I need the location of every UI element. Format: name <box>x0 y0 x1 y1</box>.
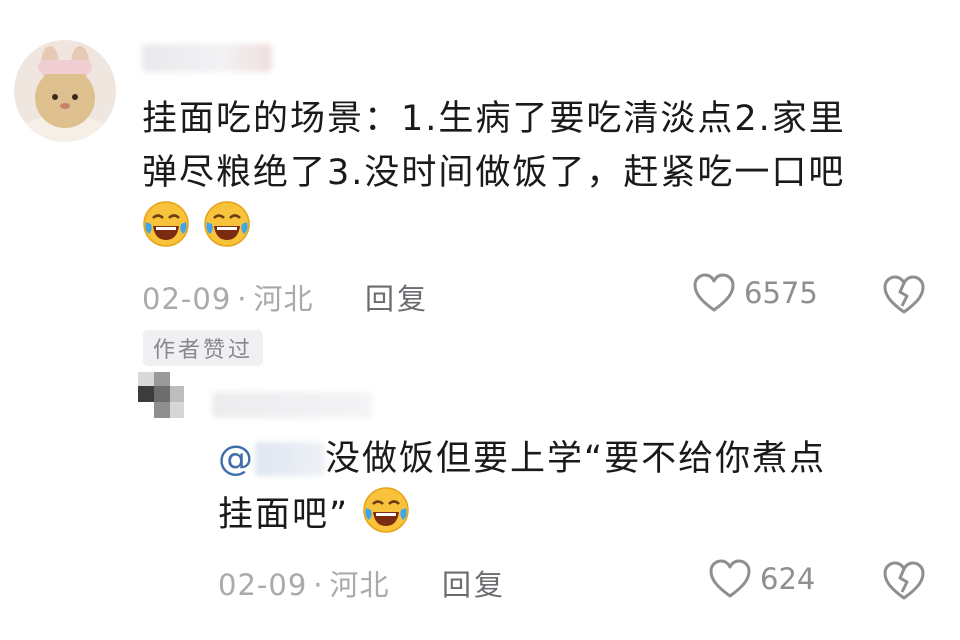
heart-outline-icon <box>693 273 735 312</box>
avatar[interactable] <box>14 40 116 142</box>
reply-meta: 02-09 · 河北 <box>218 562 390 604</box>
dislike-button[interactable] <box>882 274 926 320</box>
reply-text-content: 挂面吧” <box>218 495 350 535</box>
laughing-crying-emoji-icon <box>142 200 190 248</box>
comment-text: 挂面吃的场景：1.生病了要吃清淡点2.家里 弹尽粮绝了3.没时间做饭了，赶紧吃一… <box>142 92 942 254</box>
reply-text-line: 挂面吧” <box>218 486 938 542</box>
reply-text: @ 没做饭但要上学“要不给你煮点 挂面吧” <box>218 432 938 542</box>
reply-like-count: 624 <box>760 562 816 596</box>
reply-like-button[interactable]: 624 <box>708 558 815 600</box>
comment-location: 河北 <box>253 282 314 316</box>
reply-location: 河北 <box>329 568 390 602</box>
author-liked-badge: 作者赞过 <box>143 330 264 366</box>
reply-reply-button[interactable]: 回复 <box>442 562 506 604</box>
reply-text-content: 没做饭但要上学“要不给你煮点 <box>325 439 827 479</box>
meta-separator: · <box>313 568 324 602</box>
broken-heart-icon <box>883 275 925 314</box>
laughing-crying-emoji-icon <box>203 200 251 248</box>
comment-meta: 02-09 · 河北 <box>142 276 314 318</box>
reply-username-blurred[interactable] <box>212 392 372 418</box>
reply-text-line: @ 没做饭但要上学“要不给你煮点 <box>218 432 938 486</box>
reply-date: 02-09 <box>218 568 308 602</box>
mention-name-blurred[interactable] <box>255 442 325 476</box>
reply-avatar[interactable] <box>124 368 194 432</box>
broken-heart-icon <box>883 561 925 600</box>
comment-date: 02-09 <box>142 282 232 316</box>
username-blurred[interactable] <box>142 44 272 72</box>
meta-separator: · <box>237 282 248 316</box>
comment-text-line: 挂面吃的场景：1.生病了要吃清淡点2.家里 <box>142 99 846 139</box>
heart-outline-icon <box>709 559 751 598</box>
like-count: 6575 <box>744 276 818 310</box>
like-button[interactable]: 6575 <box>692 272 818 314</box>
reply-button[interactable]: 回复 <box>365 276 429 318</box>
mention-prefix[interactable]: @ <box>218 439 255 479</box>
comment-emoji-row <box>142 200 942 254</box>
laughing-crying-emoji-icon <box>362 486 410 534</box>
reply-dislike-button[interactable] <box>882 560 926 606</box>
comment-text-line: 弹尽粮绝了3.没时间做饭了，赶紧吃一口吧 <box>142 153 846 193</box>
